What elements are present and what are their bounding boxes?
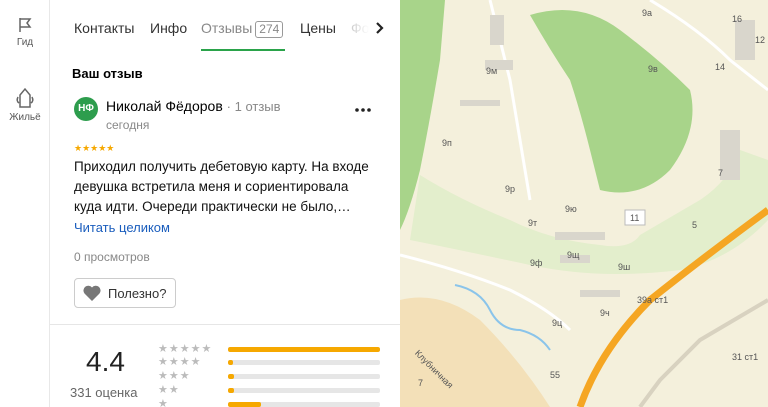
- rating-value: 4.4: [86, 346, 125, 377]
- map-label: 9р: [505, 184, 516, 194]
- rating-bar: [228, 360, 380, 365]
- place-panel: Контакты Инфо Отзывы274 Цены Фо Ваш отзы…: [50, 0, 400, 407]
- tab-prices[interactable]: Цены: [300, 20, 336, 36]
- rating-row-1: ★: [158, 398, 388, 407]
- rating-bar: [228, 402, 380, 407]
- map-label: 55: [550, 370, 561, 380]
- author-name[interactable]: Николай Фёдоров: [106, 98, 223, 114]
- rating-row-stars: ★★★: [158, 370, 191, 382]
- map-label: 9ш: [618, 262, 631, 272]
- review-stars: ★★★★★: [74, 143, 115, 153]
- rating-row-stars: ★: [158, 398, 169, 407]
- rating-bar-fill: [228, 388, 235, 393]
- map-label: 5: [692, 220, 698, 230]
- map-label: 14: [715, 62, 726, 72]
- your-review-title: Ваш отзыв: [72, 66, 143, 81]
- map-label: 9в: [648, 64, 658, 74]
- more-options-icon[interactable]: [353, 100, 373, 120]
- rail-item-housing[interactable]: Жильё: [0, 85, 50, 123]
- building: [580, 290, 620, 297]
- review-text: Приходил получить дебетовую карту. На вх…: [74, 159, 369, 214]
- map-label: 7: [418, 378, 424, 388]
- rating-count: 331 оценка: [70, 385, 138, 400]
- review-author[interactable]: Николай Фёдоров · 1 отзыв: [106, 98, 281, 114]
- rail-item-guide[interactable]: Гид: [0, 16, 50, 48]
- tab-info[interactable]: Инфо: [150, 20, 187, 36]
- rating-row-stars: ★★★★★: [158, 343, 213, 355]
- rating-bar-fill: [228, 402, 262, 407]
- rating-row-4: ★★★★: [158, 356, 388, 370]
- rating-row-stars: ★★: [158, 384, 180, 396]
- map-label: 9ч: [600, 308, 610, 318]
- rating-bar-fill: [228, 374, 235, 379]
- rating-row-stars: ★★★★: [158, 356, 202, 368]
- map-label: 39а ст1: [637, 295, 669, 305]
- map-label: 9ю: [565, 204, 577, 214]
- map-label: 12: [755, 35, 766, 45]
- read-more-link[interactable]: Читать целиком: [74, 220, 170, 235]
- map-label: 11: [630, 213, 640, 223]
- review-date: сегодня: [106, 118, 150, 132]
- active-tab-indicator: [201, 49, 285, 51]
- rating-bar: [228, 374, 380, 379]
- building: [460, 100, 500, 106]
- map[interactable]: 9а 9в 9м 16 12 14 9п 9р 7 9ю 11 9т 5 9щ …: [400, 0, 768, 407]
- useful-button[interactable]: Полезно?: [74, 278, 176, 308]
- nav-rail: Гид Жильё: [0, 0, 50, 407]
- heart-icon: [83, 285, 101, 301]
- rating-bar: [228, 388, 380, 393]
- building: [490, 15, 504, 45]
- map-label: 9т: [528, 218, 538, 228]
- tab-bar: Контакты Инфо Отзывы274 Цены Фо: [50, 0, 400, 52]
- rating-bar: [228, 347, 380, 352]
- tab-reviews[interactable]: Отзывы 274: [201, 20, 284, 38]
- views-count: 0 просмотров: [74, 250, 150, 264]
- useful-label: Полезно?: [108, 285, 167, 301]
- building: [735, 20, 755, 60]
- map-label: 9п: [442, 138, 452, 148]
- map-label: 7: [718, 168, 724, 178]
- park-area: [530, 10, 693, 193]
- author-review-count: 1 отзыв: [234, 99, 281, 114]
- review-count-badge: 274: [255, 21, 284, 38]
- map-label: 9ф: [530, 258, 543, 268]
- map-label: 9а: [642, 8, 653, 18]
- chevron-right-icon[interactable]: [370, 18, 390, 38]
- building-icon: [16, 87, 34, 108]
- tab-contacts[interactable]: Контакты: [74, 20, 134, 36]
- tab-reviews-label: Отзывы: [201, 20, 253, 36]
- rail-item-guide-label: Гид: [16, 37, 34, 48]
- map-label: 9ц: [552, 318, 563, 328]
- rating-bar-fill: [228, 347, 380, 352]
- map-label: 9м: [486, 66, 498, 76]
- map-canvas[interactable]: [400, 0, 768, 407]
- map-label: 9щ: [567, 250, 580, 260]
- building: [555, 232, 605, 240]
- rating-row-3: ★★★: [158, 370, 388, 384]
- divider: [50, 324, 400, 325]
- map-label: 31 ст1: [732, 352, 759, 362]
- rail-item-housing-label: Жильё: [9, 112, 41, 123]
- flag-icon: [19, 18, 32, 32]
- avatar[interactable]: НФ: [74, 97, 98, 121]
- rating-bar-fill: [228, 360, 233, 365]
- map-label: 16: [732, 14, 743, 24]
- rating-row-2: ★★: [158, 384, 388, 398]
